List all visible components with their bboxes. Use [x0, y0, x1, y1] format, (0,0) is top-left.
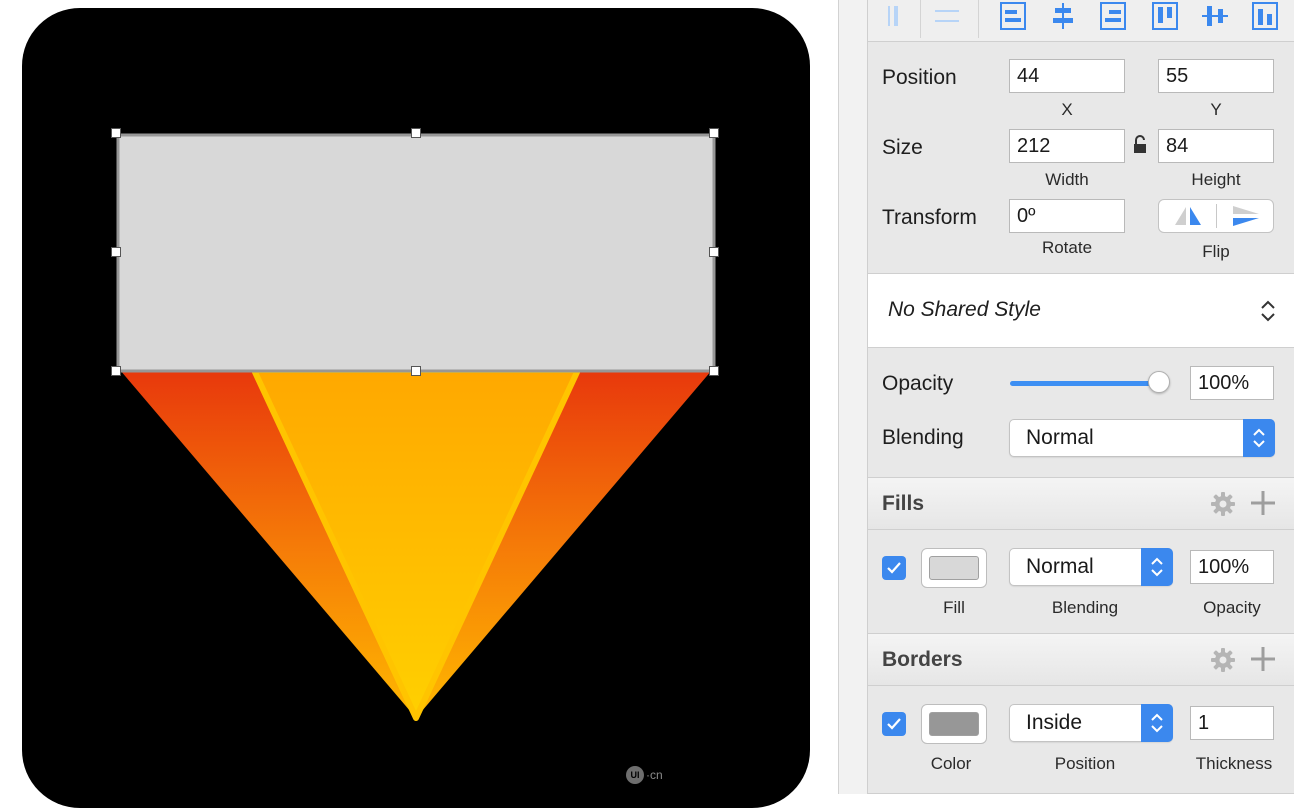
align-left-edge-icon[interactable] [880, 0, 910, 32]
fill-enabled-checkbox[interactable] [882, 556, 906, 580]
border-position-value: Inside [1026, 711, 1083, 734]
borders-title: Borders [882, 648, 963, 671]
width-field[interactable]: 212 [1009, 129, 1125, 163]
resize-handle-top-center[interactable] [411, 128, 421, 138]
resize-handle-bottom-center[interactable] [411, 366, 421, 376]
chevron-up-down-icon[interactable] [1141, 704, 1173, 742]
blending-label: Blending [882, 426, 964, 449]
panel-divider[interactable] [838, 0, 868, 794]
gear-icon[interactable] [1210, 647, 1236, 678]
rotate-field[interactable]: 0º [1009, 199, 1125, 233]
blending-select[interactable]: Normal [1009, 419, 1275, 457]
gear-icon[interactable] [1210, 491, 1236, 522]
resize-handle-top-right[interactable] [709, 128, 719, 138]
align-horizontal-center-icon[interactable] [932, 0, 962, 32]
app-icon-artwork [116, 133, 716, 721]
resize-handle-top-left[interactable] [111, 128, 121, 138]
fill-color-swatch [929, 556, 979, 580]
alignment-toolbar [868, 0, 1294, 42]
geometry-section: Position 44 55 X Y Size 212 84 Width Hei… [868, 42, 1294, 274]
align-right-icon[interactable] [1098, 0, 1128, 32]
height-caption: Height [1191, 170, 1241, 189]
align-center-icon[interactable] [1048, 0, 1078, 32]
border-color-caption: Color [930, 754, 972, 773]
align-top-icon[interactable] [1150, 0, 1180, 32]
separator [920, 0, 921, 38]
shared-style-select[interactable]: No Shared Style [868, 274, 1294, 348]
artboard[interactable] [22, 8, 810, 808]
opacity-slider-track[interactable] [1010, 381, 1160, 386]
blending-value: Normal [1026, 426, 1094, 449]
height-field[interactable]: 84 [1158, 129, 1274, 163]
border-color-well[interactable] [921, 704, 987, 744]
align-bottom-icon[interactable] [1250, 0, 1280, 32]
position-y-caption: Y [1210, 100, 1222, 119]
shared-style-label: No Shared Style [888, 298, 1041, 321]
flip-horizontal-icon[interactable] [1159, 200, 1216, 232]
fill-opacity-caption: Opacity [1203, 598, 1261, 617]
resize-handle-bottom-right[interactable] [709, 366, 719, 376]
chevron-up-down-icon[interactable] [1141, 548, 1173, 586]
width-caption: Width [1045, 170, 1089, 189]
resize-handle-middle-left[interactable] [111, 247, 121, 257]
opacity-field[interactable]: 100% [1190, 366, 1274, 400]
border-position-caption: Position [1054, 754, 1116, 773]
borders-header: Borders [868, 634, 1294, 686]
add-border-icon[interactable] [1250, 646, 1276, 677]
fill-color-well[interactable] [921, 548, 987, 588]
rotate-caption: Rotate [1041, 238, 1093, 257]
fill-row: Normal 100% Fill Blending Opacity [868, 530, 1294, 634]
inspector-panel: Position 44 55 X Y Size 212 84 Width Hei… [868, 0, 1294, 794]
fill-blending-caption: Blending [1051, 598, 1119, 617]
opacity-blending-section: Opacity 100% Blending Normal [868, 348, 1294, 478]
border-color-swatch [929, 712, 979, 736]
size-label: Size [882, 136, 923, 159]
resize-handle-middle-right[interactable] [709, 247, 719, 257]
fills-title: Fills [882, 492, 925, 515]
watermark-logo: UI [626, 766, 644, 784]
fill-caption: Fill [943, 598, 965, 617]
chevron-up-down-icon[interactable] [1260, 299, 1276, 328]
lock-icon[interactable] [1132, 135, 1148, 160]
align-middle-icon[interactable] [1200, 0, 1230, 32]
position-y-field[interactable]: 55 [1158, 59, 1274, 93]
position-x-field[interactable]: 44 [1009, 59, 1125, 93]
watermark: UI ·cn [626, 766, 663, 784]
align-left-icon[interactable] [998, 0, 1028, 32]
border-thickness-caption: Thickness [1195, 754, 1273, 773]
resize-handle-bottom-left[interactable] [111, 366, 121, 376]
border-position-select[interactable]: Inside [1009, 704, 1173, 742]
chevron-up-down-icon[interactable] [1243, 419, 1275, 457]
separator [978, 0, 979, 38]
position-x-caption: X [1061, 100, 1073, 119]
watermark-text: ·cn [646, 768, 663, 782]
selected-rectangle[interactable] [116, 133, 716, 373]
opacity-slider-knob[interactable] [1148, 371, 1170, 393]
fills-header: Fills [868, 478, 1294, 530]
opacity-label: Opacity [882, 372, 954, 395]
add-fill-icon[interactable] [1250, 490, 1276, 521]
border-enabled-checkbox[interactable] [882, 712, 906, 736]
fill-opacity-field[interactable]: 100% [1190, 550, 1274, 584]
flip-caption: Flip [1202, 242, 1230, 261]
border-row: Inside 1 Color Position Thickness [868, 686, 1294, 794]
border-thickness-field[interactable]: 1 [1190, 706, 1274, 740]
transform-label: Transform [882, 206, 977, 229]
flip-control [1158, 199, 1274, 233]
fill-blending-select[interactable]: Normal [1009, 548, 1173, 586]
position-label: Position [882, 66, 957, 89]
canvas[interactable]: UI ·cn [0, 0, 838, 808]
flip-vertical-icon[interactable] [1217, 200, 1274, 232]
fill-blending-value: Normal [1026, 555, 1094, 578]
